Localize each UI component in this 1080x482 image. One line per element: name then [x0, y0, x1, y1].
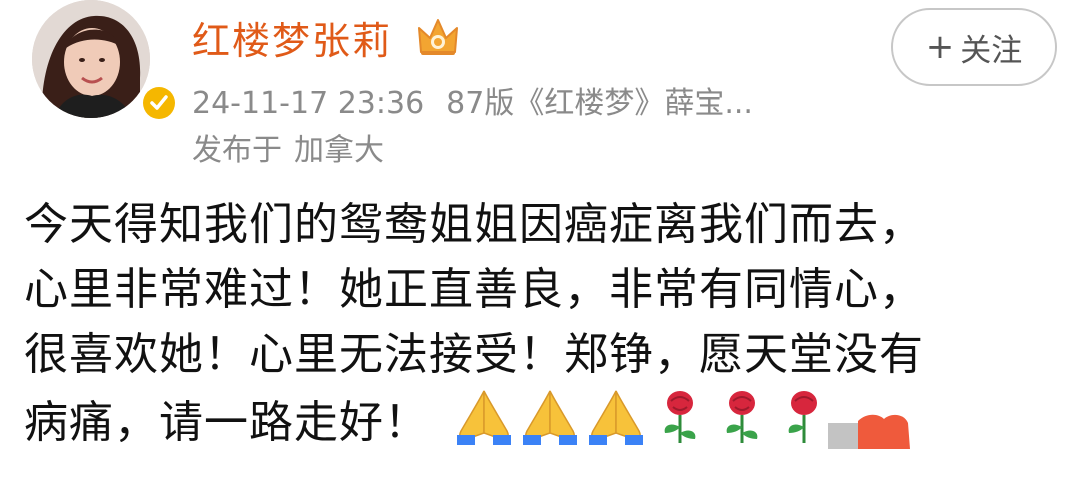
timestamp[interactable]: 24-11-17 23:36	[192, 86, 424, 121]
location-label: 发布于	[192, 133, 282, 168]
post-line: 心里非常难过！她正直善良，非常有同情心，	[24, 264, 924, 315]
post-line: 很喜欢她！心里无法接受！郑铮，愿天堂没有	[24, 329, 924, 380]
emoji-row	[453, 387, 833, 445]
avatar-wrap[interactable]	[32, 0, 178, 122]
rose-icon	[726, 391, 758, 443]
watermark-blot	[828, 414, 910, 449]
post-line: 今天得知我们的鸳鸯姐姐因癌症离我们而去，	[24, 199, 924, 250]
vip-crown-icon	[418, 19, 458, 55]
post-line-text: 病痛，请一路走好！	[24, 397, 429, 448]
rose-icon	[664, 391, 696, 443]
folded-hands-icon	[589, 390, 643, 445]
post-meta: 24-11-17 23:36 87版《红楼梦》薛宝...	[192, 78, 753, 122]
follow-button[interactable]: + 关注	[891, 8, 1057, 86]
location-value: 加拿大	[294, 133, 384, 168]
rose-icon	[788, 391, 817, 443]
username[interactable]: 红楼梦张莉	[192, 10, 392, 65]
verified-icon	[140, 84, 178, 122]
plus-icon: +	[925, 27, 955, 67]
follow-label: 关注	[960, 32, 1023, 69]
folded-hands-icon	[457, 390, 511, 445]
weibo-post: 红楼梦张莉 24-11-17 23:36 87版《红楼梦》薛宝... 发布于 加拿大…	[0, 0, 1080, 482]
post-location: 发布于 加拿大	[192, 125, 384, 169]
source-text: 87版《红楼梦》薛宝...	[446, 86, 753, 121]
avatar[interactable]	[32, 0, 150, 118]
folded-hands-icon	[523, 390, 577, 445]
